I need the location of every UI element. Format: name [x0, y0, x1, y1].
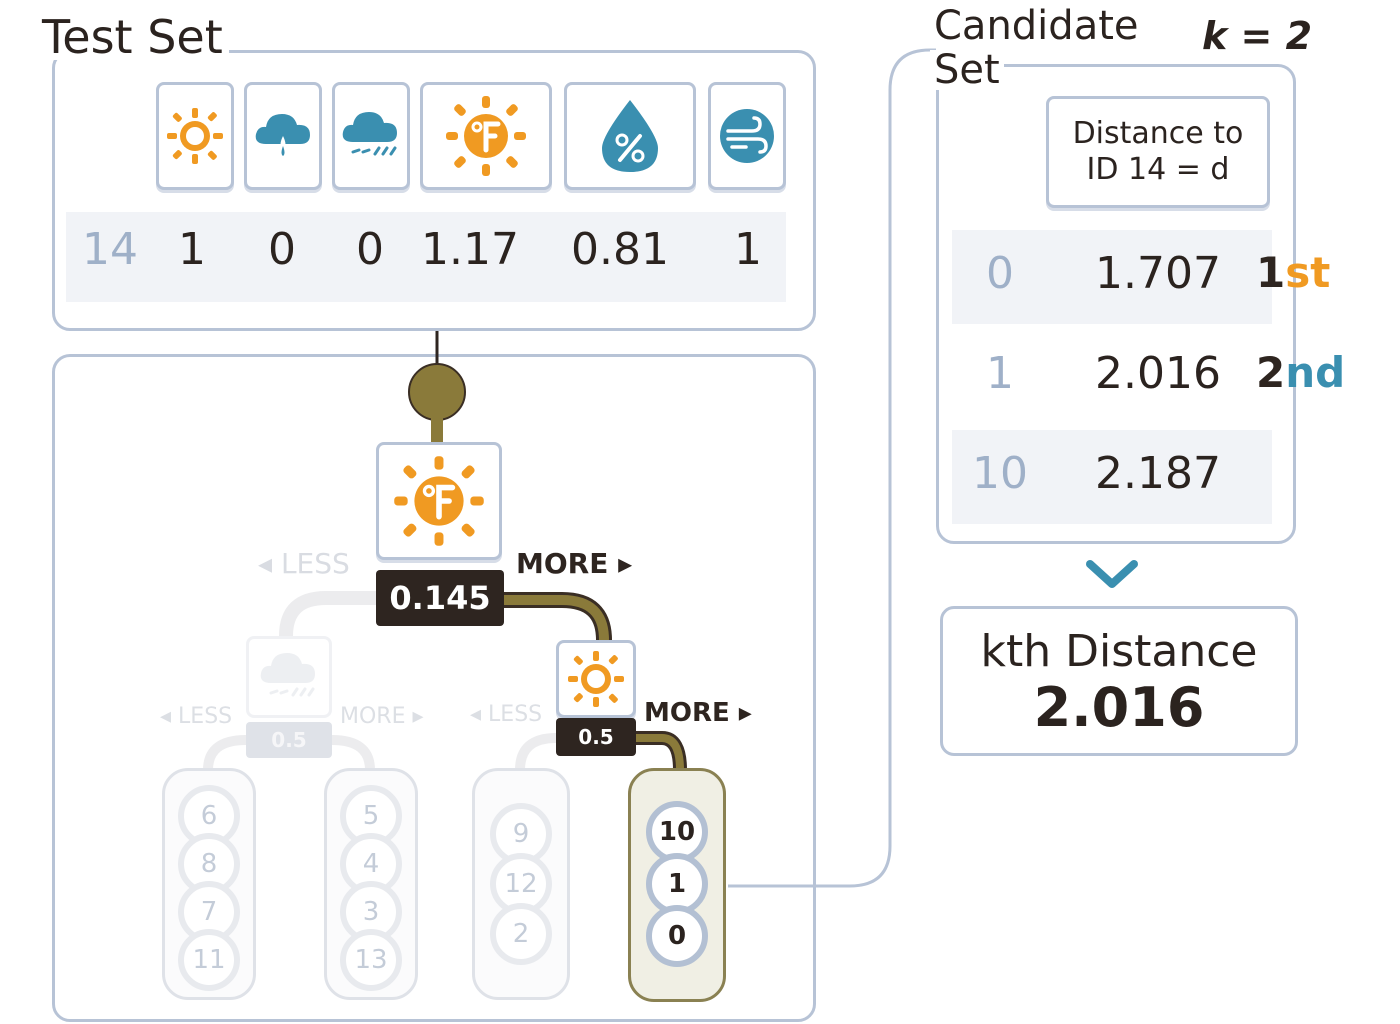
leaf-3-id: 2 — [490, 903, 552, 965]
candidate-distance: 1.707 — [1095, 248, 1221, 299]
root-node-card — [376, 442, 502, 560]
candidate-set-title-line1: Candidate — [930, 6, 1143, 46]
test-value-rain: 0 — [268, 224, 296, 275]
distance-header-card: Distance to ID 14 = d — [1046, 96, 1270, 208]
feature-card-humidity — [564, 82, 696, 190]
root-threshold: 0.145 — [376, 570, 504, 626]
humidity-drop-icon — [602, 100, 658, 172]
wind-icon — [720, 109, 774, 163]
left-threshold: 0.5 — [246, 722, 332, 758]
left-node-card — [246, 636, 332, 718]
rank-first-num: 1 — [1256, 248, 1286, 297]
right-more-label: MORE ▸ — [644, 698, 752, 728]
feature-card-rain — [244, 82, 322, 190]
k-label: k = 2 — [1198, 14, 1317, 58]
distance-header-line2: ID 14 = d — [1086, 152, 1230, 187]
rank-second: 2nd — [1256, 348, 1345, 397]
candidate-distance: 2.187 — [1095, 448, 1221, 499]
candidate-id: 10 — [972, 448, 1028, 499]
leaf-2-id: 13 — [340, 929, 402, 991]
rank-first-suffix: st — [1285, 248, 1331, 297]
left-less-label: ◂ LESS — [160, 704, 233, 729]
kth-distance-value: 2.016 — [1033, 676, 1205, 739]
sun-icon — [568, 651, 624, 707]
leaf-2: 5 4 3 13 — [324, 768, 418, 1000]
temperature-sun-icon — [446, 96, 526, 176]
feature-card-wind — [708, 82, 786, 190]
edge-root-less — [279, 591, 376, 637]
test-value-humidity: 0.81 — [571, 224, 669, 275]
left-more-label: MORE ▸ — [340, 704, 424, 729]
leaf-4-id: 0 — [646, 905, 708, 967]
root-pin — [408, 363, 466, 421]
test-value-snow: 0 — [356, 224, 384, 275]
sun-icon — [167, 108, 223, 164]
candidate-distance: 2.016 — [1095, 348, 1221, 399]
right-threshold: 0.5 — [556, 718, 636, 756]
root-less-label: ◂ LESS — [258, 547, 350, 580]
snow-cloud-icon — [342, 112, 397, 156]
rank-second-num: 2 — [1256, 348, 1286, 397]
test-value-temperature: 1.17 — [421, 224, 519, 275]
distance-header-line1: Distance to — [1072, 116, 1244, 151]
edge-right-less — [515, 733, 557, 771]
test-row-id: 14 — [82, 224, 138, 275]
leaf-1-id: 11 — [178, 929, 240, 991]
test-value-sun: 1 — [178, 224, 206, 275]
leaf-1: 6 8 7 11 — [162, 768, 256, 1000]
rain-cloud-icon — [255, 114, 310, 156]
feature-card-temperature — [420, 82, 552, 190]
candidate-id: 0 — [986, 248, 1014, 299]
root-pin-stem — [431, 418, 443, 444]
rank-second-suffix: nd — [1285, 348, 1346, 397]
edge-left-less — [203, 735, 247, 771]
test-set-title: Test Set — [36, 14, 229, 60]
leaf-3: 9 12 2 — [472, 768, 570, 1000]
leaf-4-active: 10 1 0 — [628, 768, 726, 1002]
right-node-card — [556, 640, 636, 718]
test-value-wind: 1 — [734, 224, 762, 275]
root-more-label: MORE ▸ — [516, 547, 633, 580]
feature-card-snow — [332, 82, 410, 190]
feature-card-sun — [156, 82, 234, 190]
candidate-id: 1 — [986, 348, 1014, 399]
edge-left-more — [331, 735, 375, 771]
right-less-label: ◂ LESS — [470, 702, 543, 727]
chevron-down-icon — [1086, 560, 1138, 588]
kth-distance-label: kth Distance — [980, 626, 1258, 677]
temperature-sun-icon — [394, 456, 484, 546]
rank-first: 1st — [1256, 248, 1330, 297]
snow-cloud-icon — [260, 653, 315, 697]
candidate-set-title-line2: Set — [930, 50, 1004, 90]
